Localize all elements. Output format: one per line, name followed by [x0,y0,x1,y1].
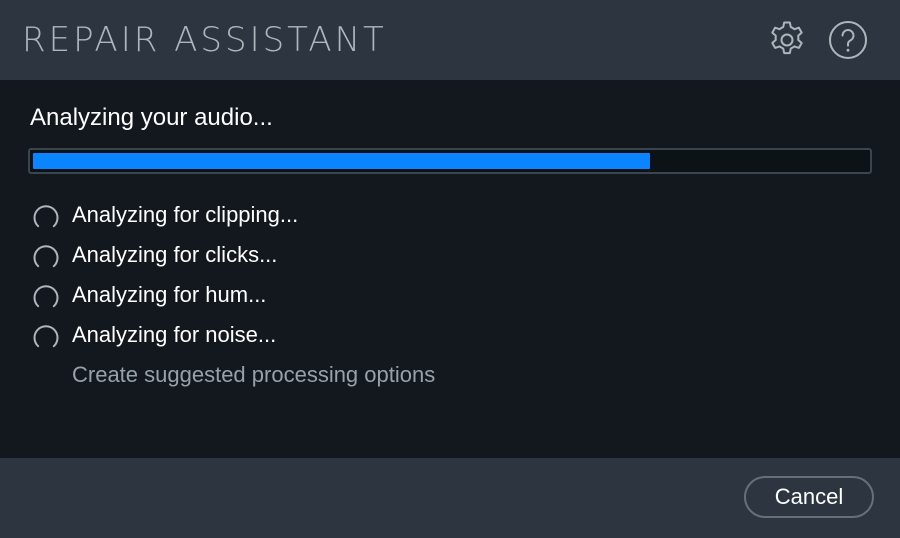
header-bar: REPAIR ASSISTANT [0,0,900,80]
list-item: Analyzing for clipping... [32,200,632,240]
settings-button[interactable] [767,20,807,60]
step-label: Analyzing for noise... [72,322,277,347]
help-button[interactable] [828,20,868,60]
spinner-icon [33,325,59,348]
spinner-icon [33,205,59,228]
repair-assistant-window: REPAIR ASSISTANT Analyzing your audio... [0,0,900,538]
progress-bar [28,148,872,174]
list-item: Create suggested processing options [32,360,632,400]
cancel-button[interactable]: Cancel [744,476,874,518]
window-title: REPAIR ASSISTANT [22,20,387,60]
gear-icon [771,21,803,55]
analysis-panel: Analyzing your audio... Analyzing for cl… [0,80,900,458]
question-circle-icon [829,21,867,59]
progress-bar-fill [33,153,650,169]
list-item: Analyzing for noise... [32,320,632,360]
step-label: Analyzing for hum... [72,282,267,307]
list-item: Analyzing for clicks... [32,240,632,280]
status-heading: Analyzing your audio... [30,104,273,131]
analysis-step-list: Analyzing for clipping... Analyzing for … [32,200,632,400]
spinner-icon [33,245,59,268]
spinner-icon [33,285,59,308]
step-label: Analyzing for clicks... [72,242,278,267]
step-label: Analyzing for clipping... [72,202,299,227]
step-label: Create suggested processing options [72,362,436,387]
footer-bar: Cancel [0,458,900,538]
list-item: Analyzing for hum... [32,280,632,320]
